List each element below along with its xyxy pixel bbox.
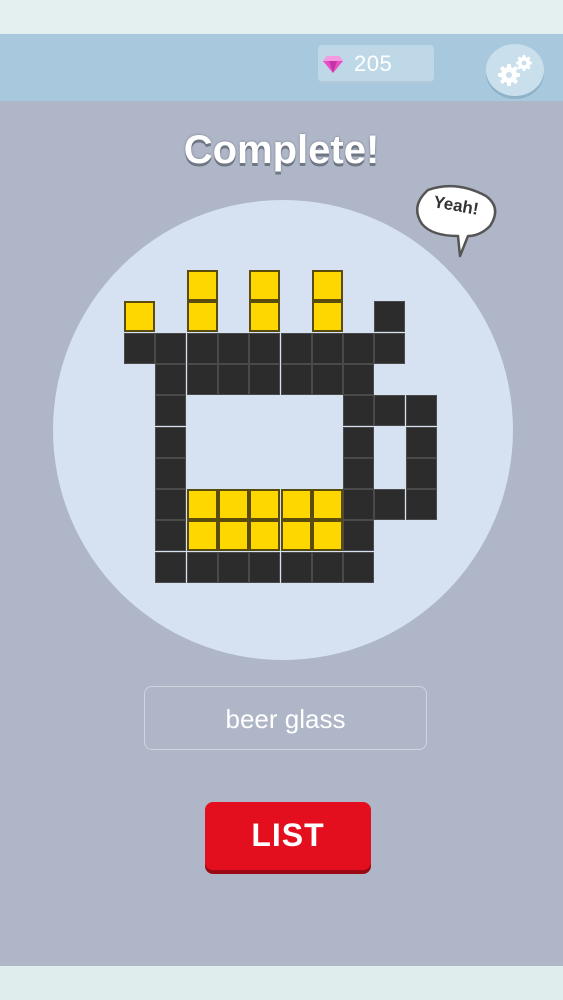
yellow-pixel — [281, 489, 312, 520]
top-bar — [0, 34, 563, 101]
black-pixel — [406, 489, 437, 520]
black-pixel — [155, 552, 186, 583]
black-pixel — [312, 333, 343, 364]
black-pixel — [155, 333, 186, 364]
pixel-art-grid — [124, 270, 437, 586]
black-pixel — [155, 489, 186, 520]
black-pixel — [281, 552, 312, 583]
yellow-pixel — [249, 489, 280, 520]
black-pixel — [218, 552, 249, 583]
black-pixel — [124, 333, 155, 364]
gears-icon — [498, 55, 532, 86]
yellow-pixel — [312, 520, 343, 551]
yellow-pixel — [187, 520, 218, 551]
black-pixel — [343, 458, 374, 489]
yellow-pixel — [281, 520, 312, 551]
yellow-pixel — [312, 301, 343, 332]
black-pixel — [155, 395, 186, 426]
black-pixel — [343, 520, 374, 551]
black-pixel — [187, 333, 218, 364]
yellow-pixel — [187, 301, 218, 332]
black-pixel — [249, 333, 280, 364]
list-button[interactable]: LIST — [205, 802, 371, 870]
black-pixel — [312, 364, 343, 395]
answer-label: beer glass — [144, 686, 427, 750]
gem-counter[interactable]: 205 — [318, 45, 434, 83]
black-pixel — [249, 364, 280, 395]
black-pixel — [374, 395, 405, 426]
yellow-pixel — [218, 520, 249, 551]
yellow-pixel — [249, 520, 280, 551]
black-pixel — [312, 552, 343, 583]
yellow-pixel — [124, 301, 155, 332]
black-pixel — [218, 364, 249, 395]
yellow-pixel — [249, 301, 280, 332]
nav-strip — [0, 966, 563, 1000]
settings-button[interactable] — [486, 44, 544, 96]
black-pixel — [343, 552, 374, 583]
gem-icon — [323, 56, 343, 73]
black-pixel — [343, 364, 374, 395]
black-pixel — [343, 489, 374, 520]
black-pixel — [155, 520, 186, 551]
yellow-pixel — [312, 489, 343, 520]
black-pixel — [374, 333, 405, 364]
black-pixel — [281, 364, 312, 395]
yellow-pixel — [249, 270, 280, 301]
yellow-pixel — [187, 489, 218, 520]
black-pixel — [406, 395, 437, 426]
black-pixel — [374, 301, 405, 332]
status-strip — [0, 0, 563, 34]
yellow-pixel — [187, 270, 218, 301]
black-pixel — [406, 427, 437, 458]
black-pixel — [218, 333, 249, 364]
black-pixel — [406, 458, 437, 489]
black-pixel — [155, 458, 186, 489]
gem-count: 205 — [354, 51, 393, 76]
black-pixel — [343, 333, 374, 364]
black-pixel — [187, 364, 218, 395]
yellow-pixel — [218, 489, 249, 520]
black-pixel — [155, 364, 186, 395]
black-pixel — [374, 489, 405, 520]
black-pixel — [187, 552, 218, 583]
black-pixel — [155, 427, 186, 458]
black-pixel — [281, 333, 312, 364]
complete-title: Complete! — [183, 128, 380, 172]
black-pixel — [343, 427, 374, 458]
yellow-pixel — [312, 270, 343, 301]
black-pixel — [249, 552, 280, 583]
black-pixel — [343, 395, 374, 426]
